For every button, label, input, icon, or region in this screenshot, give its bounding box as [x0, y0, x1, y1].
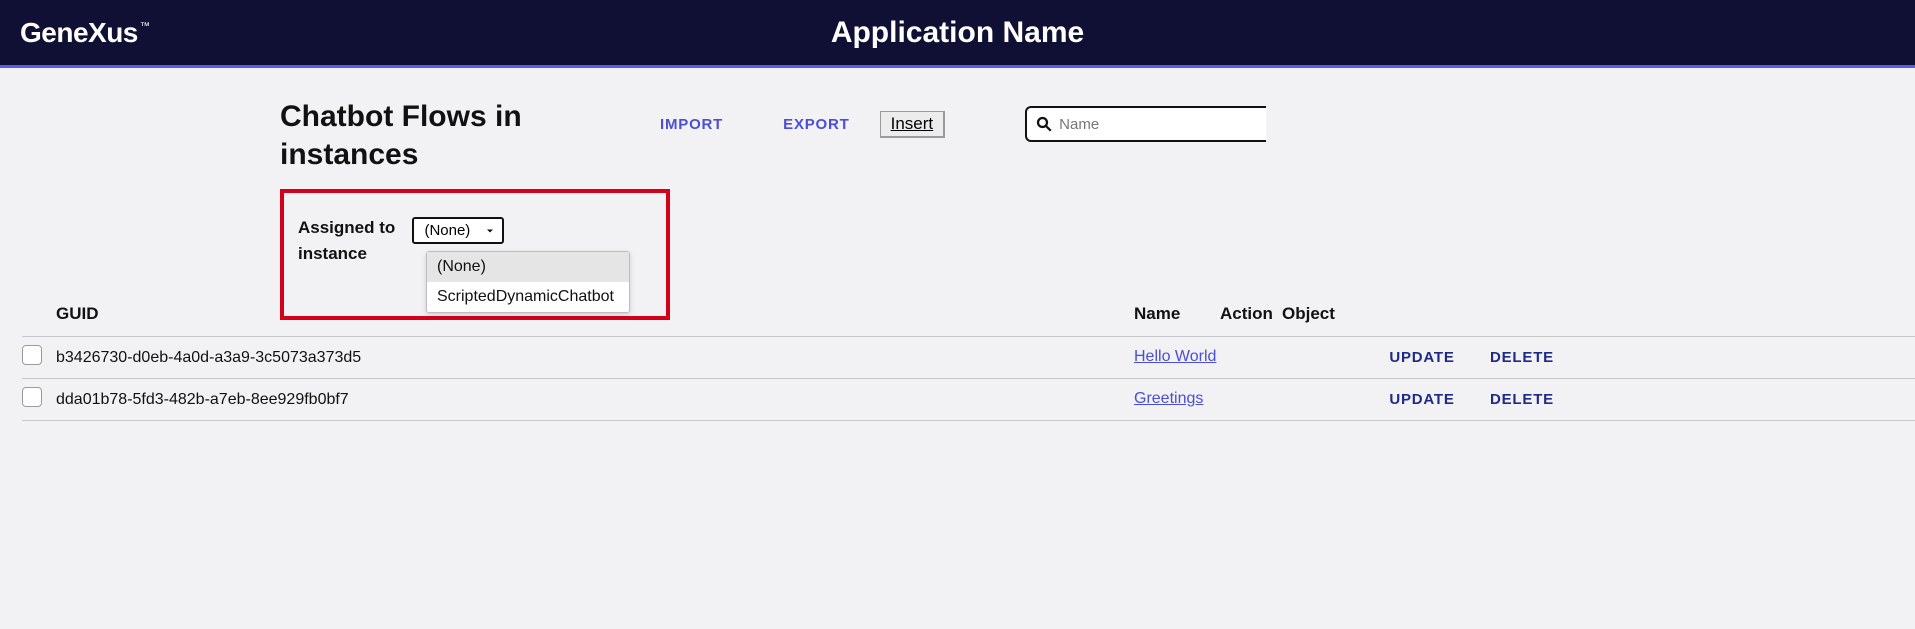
flow-name-link[interactable]: Greetings	[1134, 388, 1203, 410]
import-button[interactable]: IMPORT	[660, 116, 723, 133]
logo-suffix: Xus	[88, 17, 138, 49]
search-icon	[1035, 115, 1053, 133]
page-actions: IMPORT EXPORT Insert	[660, 106, 1266, 142]
dropdown-option-none[interactable]: (None)	[427, 252, 629, 282]
row-checkbox[interactable]	[22, 387, 42, 407]
logo: GeneXus™	[20, 17, 149, 49]
table-row: dda01b78-5fd3-482b-a7eb-8ee929fb0bf7 Gre…	[22, 379, 1915, 421]
flow-name-link[interactable]: Hello World	[1134, 346, 1216, 368]
page-title: Chatbot Flows in instances	[280, 98, 600, 173]
chevron-down-icon	[484, 225, 496, 237]
delete-button[interactable]: DELETE	[1490, 391, 1554, 408]
search-input[interactable]	[1059, 116, 1258, 133]
cell-guid: b3426730-d0eb-4a0d-a3a9-3c5073a373d5	[56, 349, 1134, 367]
header-row: Chatbot Flows in instances IMPORT EXPORT…	[280, 98, 1915, 173]
table-header: GUID Name Action Object	[22, 296, 1915, 337]
insert-button[interactable]: Insert	[880, 111, 946, 138]
cell-guid: dda01b78-5fd3-482b-a7eb-8ee929fb0bf7	[56, 391, 1134, 409]
search-field[interactable]	[1025, 106, 1266, 142]
content: Chatbot Flows in instances IMPORT EXPORT…	[0, 68, 1915, 320]
select-value: (None)	[424, 222, 470, 239]
update-button[interactable]: UPDATE	[1389, 349, 1454, 366]
table-row: b3426730-d0eb-4a0d-a3a9-3c5073a373d5 Hel…	[22, 337, 1915, 379]
assigned-to-instance-select[interactable]: (None)	[412, 217, 504, 244]
export-button[interactable]: EXPORT	[783, 116, 849, 133]
logo-tm: ™	[140, 21, 150, 32]
col-header-name: Name	[1134, 304, 1220, 324]
top-bar: GeneXus™ Application Name	[0, 0, 1915, 68]
filter-label: Assigned to instance	[298, 215, 408, 266]
assigned-to-instance-dropdown: (None) ScriptedDynamicChatbot	[426, 251, 630, 313]
dropdown-option-scripted[interactable]: ScriptedDynamicChatbot	[427, 282, 629, 312]
update-button[interactable]: UPDATE	[1389, 391, 1454, 408]
logo-prefix: Gene	[20, 17, 88, 49]
col-header-object: Object	[1282, 304, 1372, 324]
col-header-action: Action	[1220, 304, 1282, 324]
row-checkbox[interactable]	[22, 345, 42, 365]
app-name: Application Name	[831, 16, 1084, 50]
flows-table: GUID Name Action Object b3426730-d0eb-4a…	[22, 296, 1915, 421]
delete-button[interactable]: DELETE	[1490, 349, 1554, 366]
